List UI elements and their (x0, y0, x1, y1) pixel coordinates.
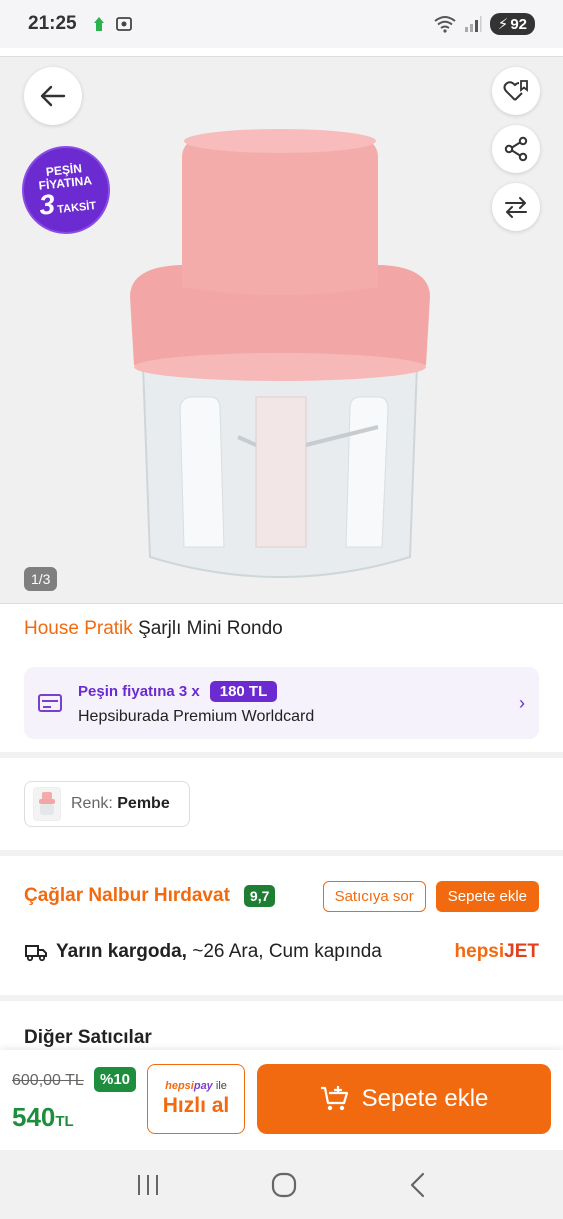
section-divider (0, 752, 563, 758)
product-name: Şarjlı Mini Rondo (138, 618, 283, 639)
section-divider (0, 850, 563, 856)
section-divider (0, 995, 563, 1001)
delivery-truck-icon (25, 945, 47, 962)
old-price: 600,00 TL (12, 1072, 84, 1089)
ask-seller-button[interactable]: Satıcıya sor (322, 880, 426, 912)
signal-icon (464, 16, 482, 32)
back-button[interactable] (24, 67, 82, 125)
arrow-left-icon (40, 85, 66, 107)
installment-offer-card[interactable]: Peşin fiyatına 3 x 180 TL Hepsiburada Pr… (24, 667, 539, 739)
add-to-cart-label: Sepete ekle (361, 1085, 489, 1112)
other-sellers-title: Diğer Satıcılar (24, 1027, 152, 1048)
compare-button[interactable] (492, 183, 540, 231)
product-title: House Pratik Şarjlı Mini Rondo (24, 618, 283, 640)
installment-label: Peşin fiyatına 3 x (78, 682, 200, 700)
seller-name[interactable]: Çağlar Nalbur Hırdavat (24, 885, 230, 907)
product-gallery[interactable]: PEŞİN FİYATINA 3 TAKSİT 1/3 (0, 56, 563, 604)
shipping-date-bold: Yarın kargoda, (56, 941, 187, 962)
heart-plus-icon (503, 80, 528, 101)
status-right: ⚡ 92 (434, 13, 535, 35)
credit-card-icon (38, 694, 62, 712)
brand-link[interactable]: House Pratik (24, 618, 133, 639)
product-image[interactable] (120, 127, 440, 597)
app-notification-icon (93, 17, 104, 31)
quick-buy-label: Hızlı al (162, 1094, 230, 1117)
recent-apps-icon[interactable] (135, 1173, 161, 1197)
add-to-cart-button[interactable]: Sepete ekle (257, 1064, 551, 1134)
installment-amount: 180 TL (209, 680, 278, 702)
card-name: Hepsiburada Premium Worldcard (78, 707, 315, 725)
screenshot-icon (115, 17, 132, 31)
wifi-icon (434, 16, 456, 33)
current-price: 540TL (12, 1102, 74, 1132)
shipping-info: Yarın kargoda, ~26 Ara, Cum kapında heps… (24, 937, 539, 967)
status-time: 21:25 (28, 13, 77, 34)
quick-buy-button[interactable]: hepsipay ile Hızlı al (147, 1064, 245, 1134)
status-icons-left (91, 15, 133, 33)
chevron-right-icon: › (519, 692, 525, 713)
system-navigation-bar (0, 1150, 563, 1219)
promo-word: TAKSİT (56, 199, 97, 216)
color-selector[interactable]: Renk: Pembe (24, 781, 190, 827)
status-bar: 21:25 ⚡ 92 (0, 0, 563, 48)
back-nav-icon[interactable] (408, 1172, 428, 1198)
battery-indicator: ⚡ 92 (489, 13, 535, 35)
share-icon (504, 136, 528, 162)
hepsijet-logo: hepsiJET (454, 941, 539, 962)
discount-badge: %10 (94, 1067, 137, 1092)
seller-row: Çağlar Nalbur Hırdavat 9,7 Satıcıya sor … (24, 880, 539, 912)
home-icon[interactable] (271, 1172, 297, 1198)
installment-promo-badge: PEŞİN FİYATINA 3 TAKSİT (17, 141, 115, 239)
hepsipay-logo: hepsipay ile (165, 1080, 227, 1092)
share-button[interactable] (492, 125, 540, 173)
color-label: Renk: (71, 795, 113, 812)
image-page-indicator: 1/3 (24, 567, 58, 591)
battery-level: 92 (510, 15, 527, 33)
shipping-date-rest: ~26 Ara, Cum kapında (192, 941, 382, 962)
cart-plus-icon (320, 1086, 348, 1111)
color-value: Pembe (117, 795, 170, 812)
add-to-list-button[interactable] (492, 67, 540, 115)
compare-arrows-icon (505, 197, 527, 218)
seller-score-badge: 9,7 (243, 885, 276, 907)
promo-number: 3 (37, 188, 57, 221)
color-thumbnail (33, 787, 61, 821)
seller-add-to-cart-button[interactable]: Sepete ekle (435, 880, 539, 912)
battery-bolt-icon: ⚡ (497, 16, 509, 33)
bottom-purchase-bar: 600,00 TL %10 540TL hepsipay ile Hızlı a… (0, 1050, 563, 1150)
